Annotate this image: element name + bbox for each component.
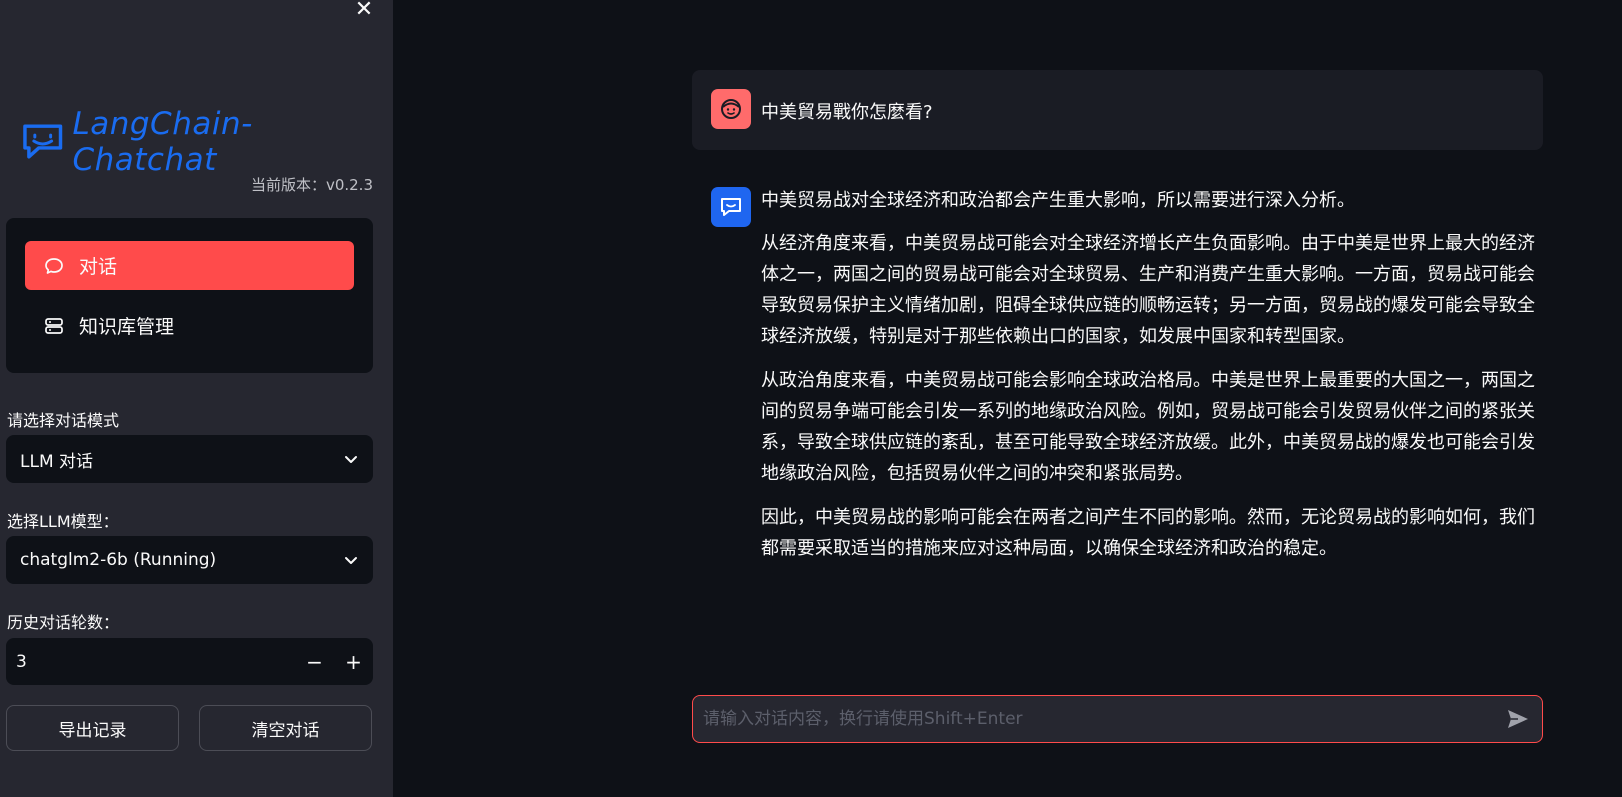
model-select-value: chatglm2-6b (Running): [20, 550, 217, 570]
database-icon: [43, 315, 65, 337]
close-sidebar-icon[interactable]: ✕: [352, 0, 376, 22]
history-stepper: 3 − +: [6, 638, 373, 685]
mode-select-value: LLM 对话: [20, 451, 94, 472]
logo-text: LangChain-Chatchat: [72, 106, 253, 178]
assistant-paragraph: 因此，中美贸易战的影响可能会在两者之间产生不同的影响。然而，无论贸易战的影响如何…: [761, 507, 1535, 559]
model-label: 选择LLM模型：: [7, 512, 119, 531]
assistant-paragraph: 中美贸易战对全球经济和政治都会产生重大影响，所以需要进行深入分析。: [761, 190, 1355, 211]
user-avatar: [711, 89, 751, 129]
assistant-paragraph: 从经济角度来看，中美贸易战可能会对全球经济增长产生负面影响。由于中美是世界上最大…: [761, 233, 1535, 347]
model-select[interactable]: chatglm2-6b (Running): [6, 536, 373, 584]
chat-logo-icon: [23, 124, 63, 159]
increment-button[interactable]: +: [334, 638, 373, 685]
nav-item-chat[interactable]: 对话: [25, 241, 354, 290]
nav-item-knowledge-base[interactable]: 知识库管理: [25, 301, 354, 350]
assistant-paragraph: 从政治角度来看，中美贸易战可能会影响全球政治格局。中美是世界上最重要的大国之一，…: [761, 370, 1535, 484]
export-button[interactable]: 导出记录: [6, 705, 179, 751]
sidebar: ✕ LangChain-Chatchat 当前版本：v0.2.3 对话 知识库管…: [0, 0, 393, 797]
nav-menu: 对话 知识库管理: [6, 218, 373, 373]
version-label: 当前版本：v0.2.3: [250, 176, 373, 194]
chat-input[interactable]: [693, 695, 1494, 743]
bot-chat-icon: [721, 198, 741, 216]
nav-item-chat-label: 对话: [79, 256, 118, 278]
chat-bubble-icon: [43, 255, 65, 277]
nav-item-knowledge-base-label: 知识库管理: [79, 316, 175, 338]
mode-select[interactable]: LLM 对话: [6, 435, 373, 483]
assistant-message-body: 中美贸易战对全球经济和政治都会产生重大影响，所以需要进行深入分析。 从经济角度来…: [761, 185, 1541, 577]
history-label: 历史对话轮数：: [7, 613, 120, 632]
decrement-button[interactable]: −: [295, 638, 334, 685]
history-value[interactable]: 3: [6, 652, 295, 672]
user-message-text: 中美貿易戰你怎麼看?: [761, 102, 933, 123]
send-icon[interactable]: [1494, 708, 1542, 730]
chat-area: 中美貿易戰你怎麼看? 中美贸易战对全球经济和政治都会产生重大影响，所以需要进行深…: [393, 0, 1622, 797]
logo: LangChain-Chatchat: [21, 106, 393, 178]
user-message: 中美貿易戰你怎麼看?: [692, 70, 1543, 150]
assistant-avatar: [711, 187, 751, 227]
mode-label: 请选择对话模式: [7, 411, 120, 430]
chevron-down-icon: [345, 456, 357, 463]
chat-input-box: [692, 695, 1543, 743]
user-face-icon: [721, 99, 741, 119]
chevron-down-icon: [345, 557, 357, 564]
clear-button[interactable]: 清空对话: [199, 705, 372, 751]
